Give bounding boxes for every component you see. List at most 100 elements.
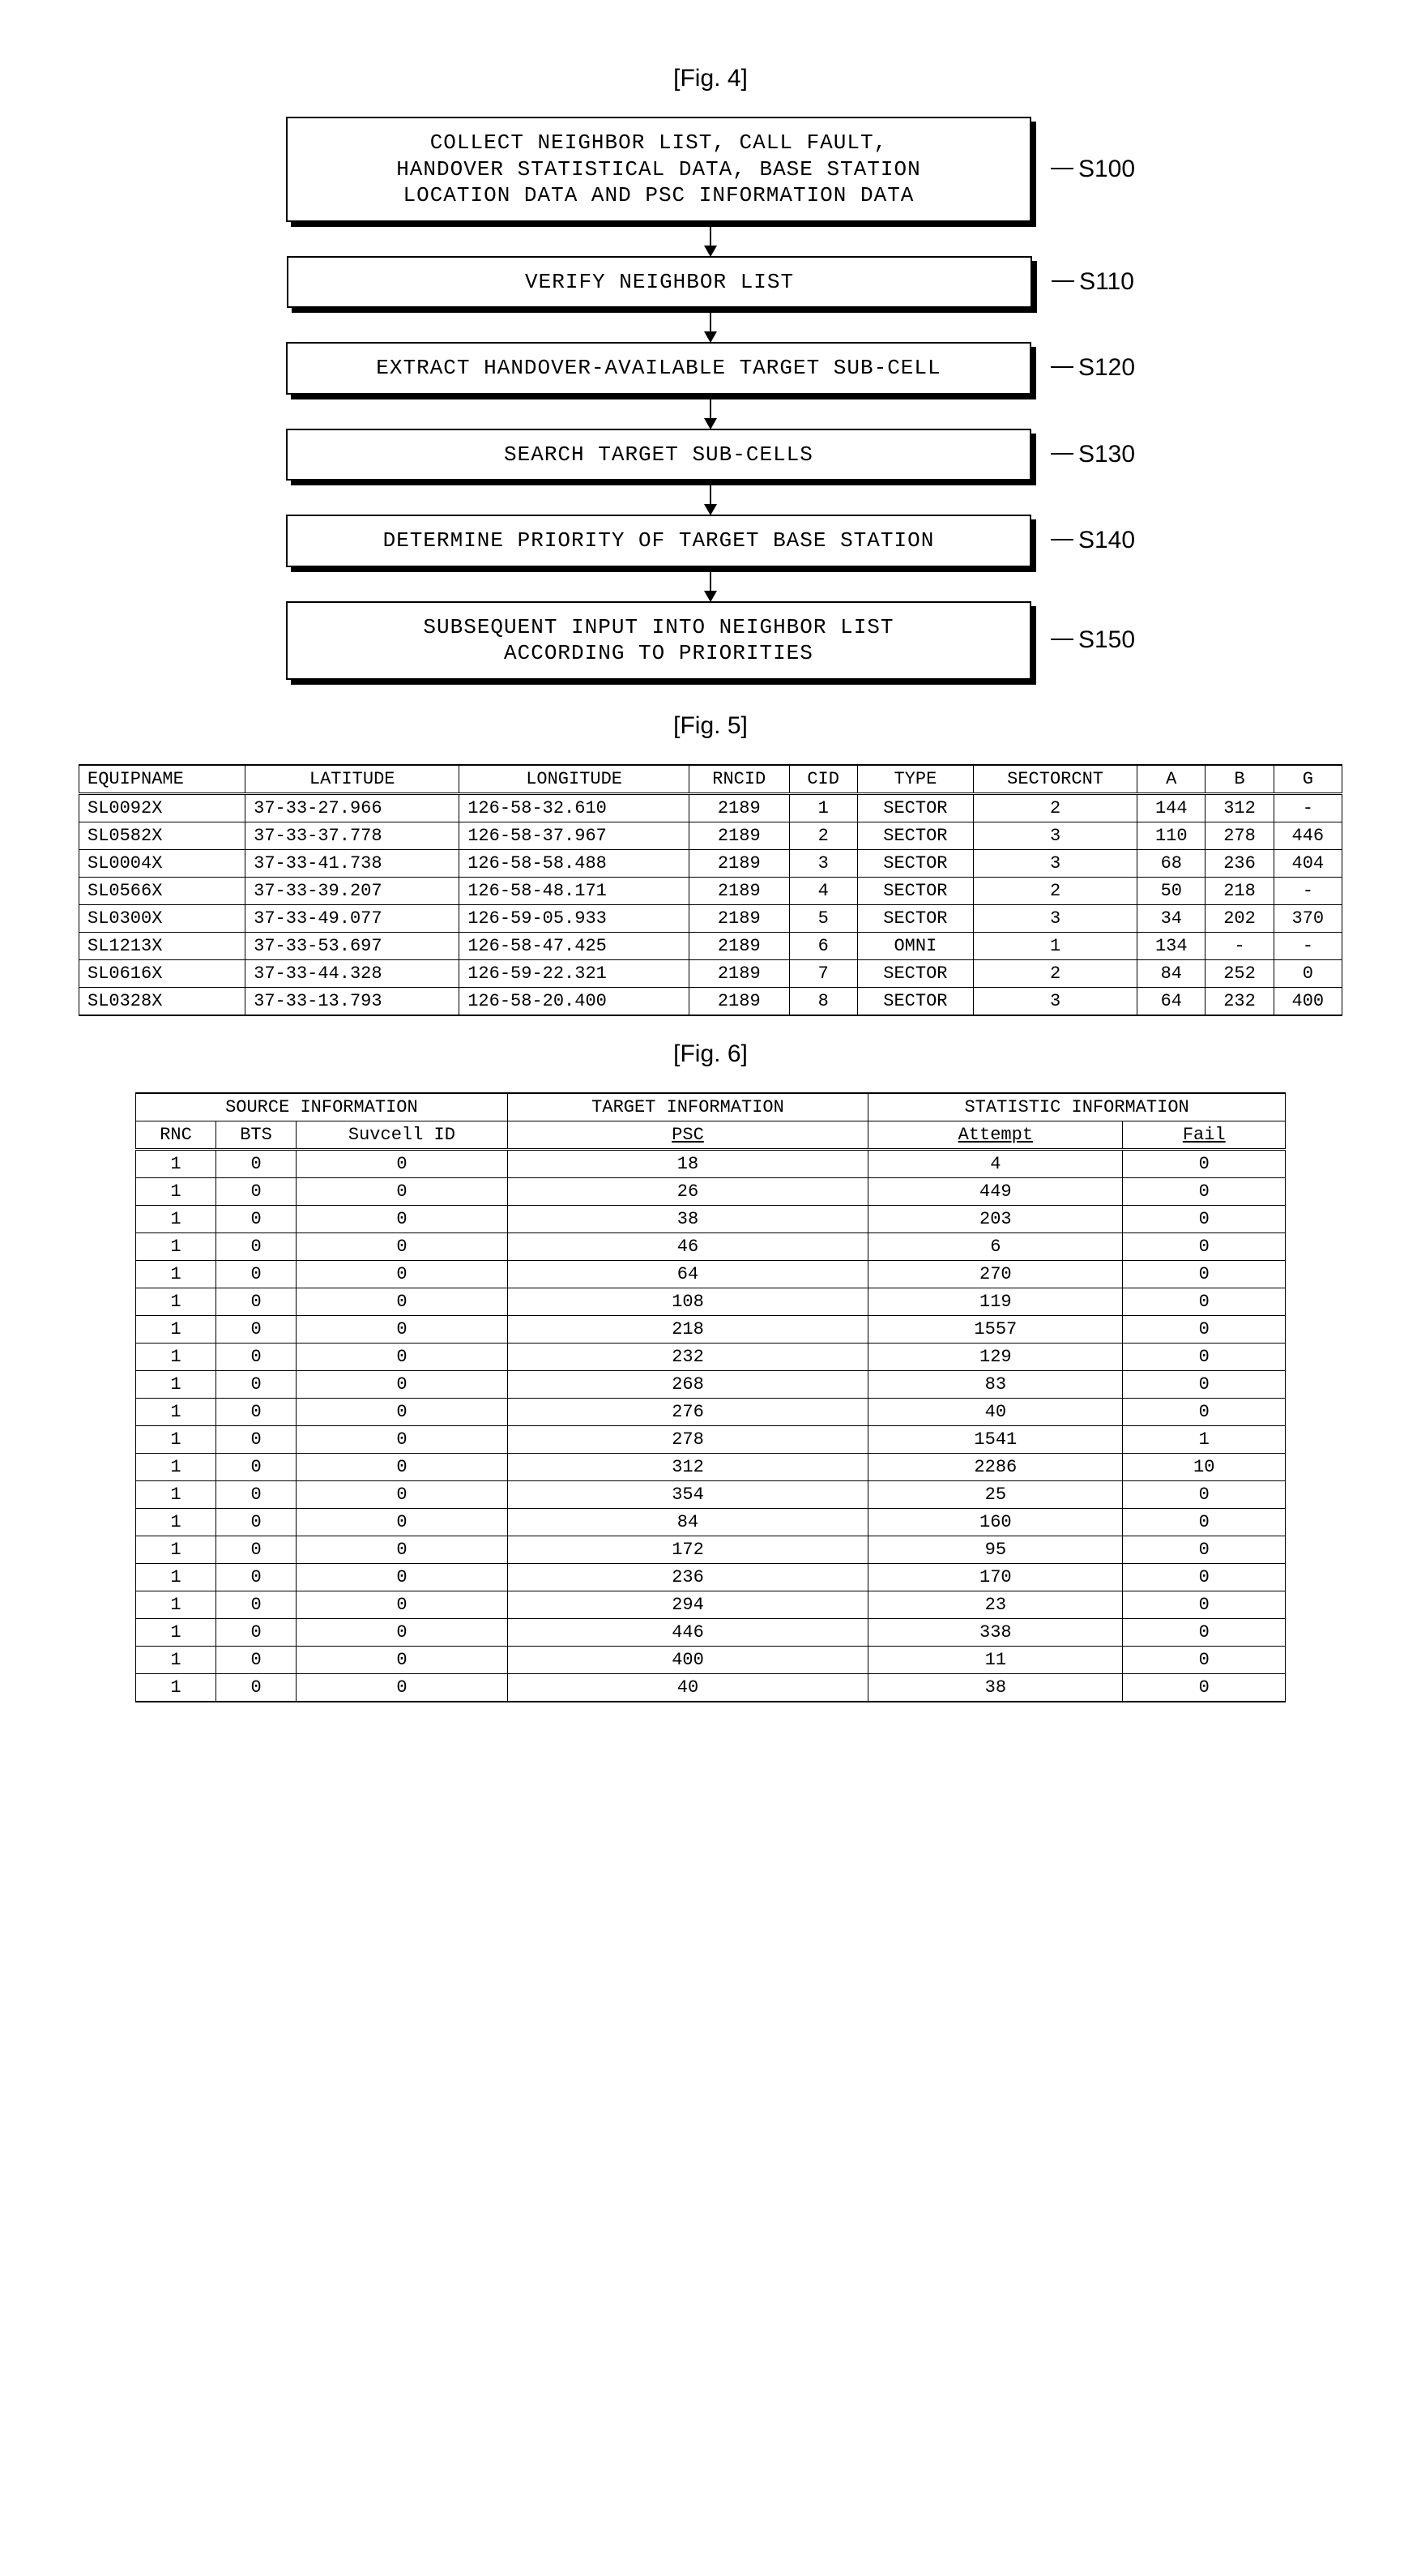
table-cell: 1 [789,793,857,822]
table-cell: 1 [136,1315,216,1343]
table-cell: 278 [507,1425,868,1453]
table-cell: 0 [1123,1673,1286,1702]
table-cell: 0 [216,1591,297,1618]
table-cell: 354 [507,1480,868,1508]
table-cell: 0 [297,1205,508,1232]
table-cell: - [1274,793,1342,822]
table-cell: 0 [297,1177,508,1205]
table-group-header: SOURCE INFORMATION [136,1093,508,1121]
table-row: 100276400 [136,1398,1286,1425]
table-group-header: TARGET INFORMATION [507,1093,868,1121]
flow-arrow-icon [710,481,711,515]
table-group-header: STATISTIC INFORMATION [868,1093,1286,1121]
table-cell: 0 [1123,1232,1286,1260]
table-cell: 2 [974,959,1137,987]
table-cell: 37-33-53.697 [245,932,459,959]
table-cell: 26 [507,1177,868,1205]
table-cell: 232 [1206,987,1274,1015]
table-cell: 1 [136,1646,216,1673]
table-cell: 2189 [689,932,789,959]
table-row: 100294230 [136,1591,1286,1618]
table-header: LONGITUDE [459,765,689,794]
flow-arrow-icon [710,395,711,429]
table-cell: 400 [507,1646,868,1673]
figure-4-label: [Fig. 4] [65,65,1356,92]
table-header: PSC [507,1121,868,1149]
table-cell: - [1274,932,1342,959]
table-cell: 160 [868,1508,1123,1536]
table-cell: 1 [136,1618,216,1646]
table-cell: SL0004X [79,849,245,877]
flow-step-id: S110 [1052,268,1134,296]
table-cell: 0 [297,1508,508,1536]
table-cell: 0 [1123,1591,1286,1618]
table-cell: 126-58-48.171 [459,877,689,904]
table-cell: 126-58-58.488 [459,849,689,877]
table-cell: 1 [136,1508,216,1536]
table-header: B [1206,765,1274,794]
table-cell: 126-58-20.400 [459,987,689,1015]
table-cell: SL0566X [79,877,245,904]
table-cell: 0 [216,1288,297,1315]
table-cell: 1 [136,1232,216,1260]
table-cell: 37-33-13.793 [245,987,459,1015]
table-cell: 40 [507,1673,868,1702]
table-cell: 6 [789,932,857,959]
table-cell: 0 [216,1425,297,1453]
table-cell: 3 [974,822,1137,849]
table-cell: SECTOR [857,987,973,1015]
table-header: Attempt [868,1121,1123,1149]
table-cell: 0 [1123,1508,1286,1536]
table-cell: 236 [507,1563,868,1591]
table-cell: 37-33-27.966 [245,793,459,822]
table-cell: 38 [868,1673,1123,1702]
table-fig5: EQUIPNAMELATITUDELONGITUDERNCIDCIDTYPESE… [79,764,1342,1016]
table-cell: 0 [216,1536,297,1563]
table-header: RNC [136,1121,216,1149]
table-header: CID [789,765,857,794]
table-cell: SL0582X [79,822,245,849]
table-cell: 270 [868,1260,1123,1288]
table-cell: SECTOR [857,822,973,849]
table-cell: 2 [974,793,1137,822]
flow-step-id: S140 [1051,527,1135,554]
table-cell: 1 [136,1673,216,1702]
table-cell: SL0328X [79,987,245,1015]
table-cell: 0 [297,1591,508,1618]
table-row: 100841600 [136,1508,1286,1536]
table-cell: 1 [136,1398,216,1425]
table-header: Suvcell ID [297,1121,508,1149]
table-cell: 37-33-39.207 [245,877,459,904]
table-cell: 2 [789,822,857,849]
table-row: 100268830 [136,1370,1286,1398]
table-header: G [1274,765,1342,794]
table-cell: 0 [1274,959,1342,987]
table-cell: 0 [216,1370,297,1398]
flow-step-id: S100 [1051,156,1135,183]
table-cell: 1 [136,1480,216,1508]
table-cell: 64 [507,1260,868,1288]
flow-step-box: SEARCH TARGET SUB-CELLS [286,429,1031,481]
table-cell: 294 [507,1591,868,1618]
table-cell: 0 [216,1205,297,1232]
table-row: 100354250 [136,1480,1286,1508]
table-cell: 0 [1123,1370,1286,1398]
table-cell: 400 [1274,987,1342,1015]
table-row: SL0582X37-33-37.778126-58-37.96721892SEC… [79,822,1342,849]
table-cell: 0 [216,1453,297,1480]
table-cell: 1 [136,1177,216,1205]
table-cell: 218 [1206,877,1274,904]
flow-step-box: VERIFY NEIGHBOR LIST [287,256,1032,309]
table-cell: - [1274,877,1342,904]
table-row: SL0616X37-33-44.328126-59-22.32121897SEC… [79,959,1342,987]
table-cell: OMNI [857,932,973,959]
table-cell: 0 [216,1343,297,1370]
table-cell: 23 [868,1591,1123,1618]
table-cell: 5 [789,904,857,932]
table-cell: 0 [297,1288,508,1315]
flow-arrow-icon [710,567,711,601]
table-cell: 0 [216,1177,297,1205]
table-cell: 18 [507,1149,868,1177]
table-row: SL1213X37-33-53.697126-58-47.42521896OMN… [79,932,1342,959]
table-cell: 0 [297,1370,508,1398]
